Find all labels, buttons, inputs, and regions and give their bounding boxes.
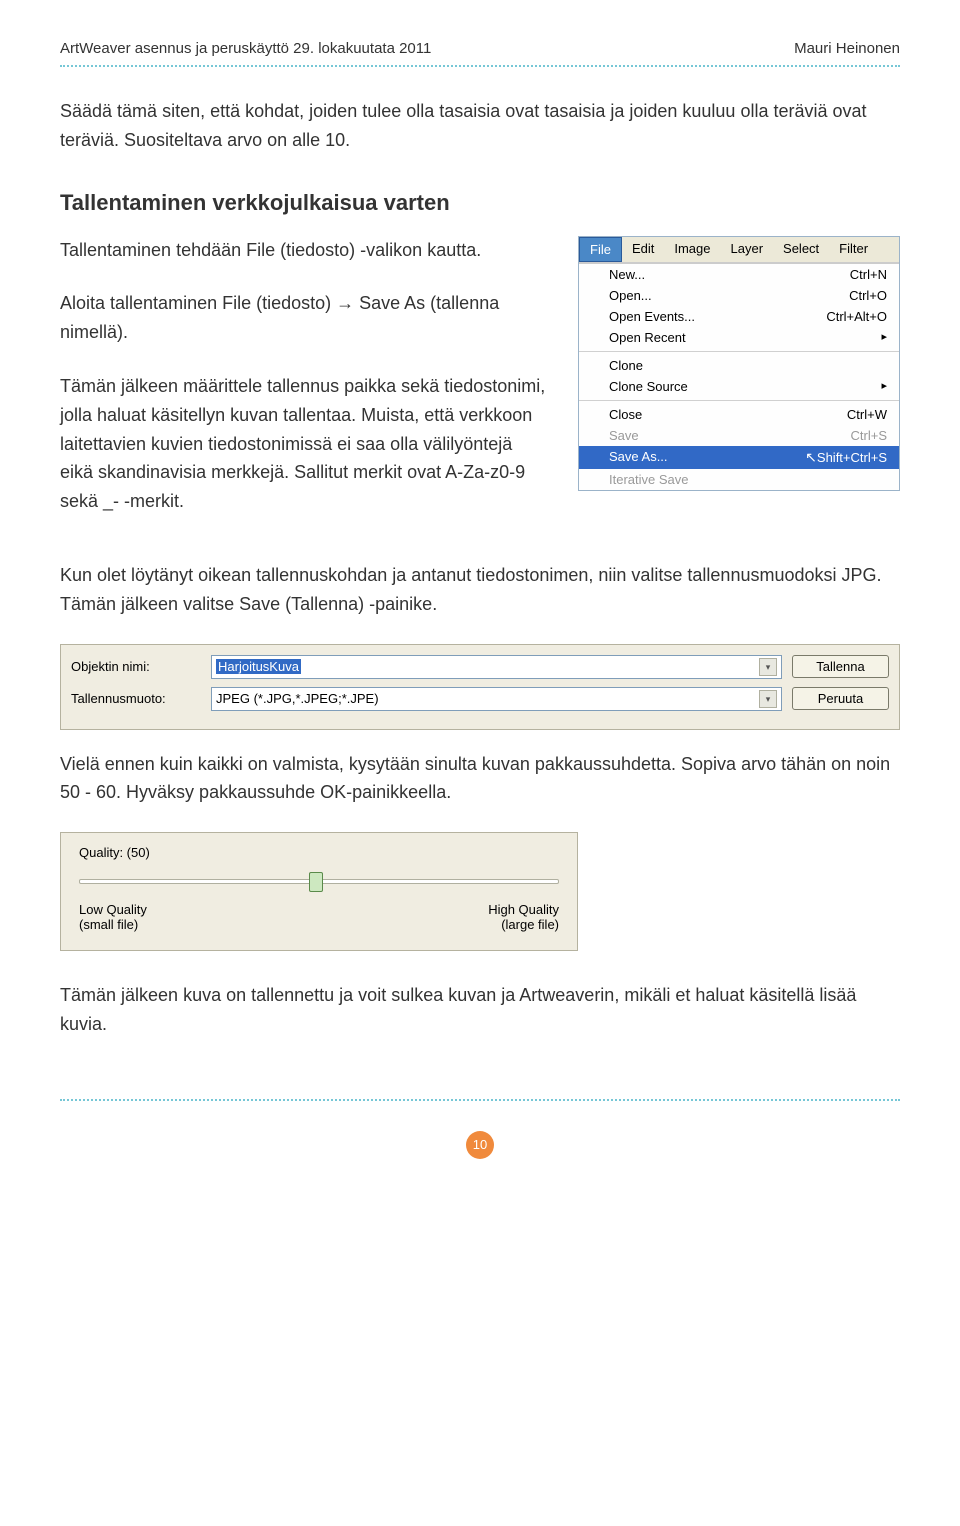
menu-item-label: Open Events... <box>609 309 695 324</box>
menu-item-label: Clone <box>609 358 643 373</box>
quality-dialog-screenshot: Quality: (50) Low Quality (small file) H… <box>60 832 578 951</box>
menu-dropdown: New... Ctrl+N Open... Ctrl+O Open Events… <box>579 263 899 490</box>
submenu-arrow-icon: ▸ <box>881 330 887 345</box>
submenu-arrow-icon: ▸ <box>881 379 887 394</box>
menu-bar: File Edit Image Layer Select Filter <box>579 237 899 263</box>
page-number: 10 <box>466 1131 494 1159</box>
save-dialog-screenshot: Objektin nimi: HarjoitusKuva ▾ Tallenna … <box>60 644 900 730</box>
menu-file[interactable]: File <box>579 237 622 262</box>
format-select[interactable]: JPEG (*.JPG,*.JPEG;*.JPE) ▾ <box>211 687 782 711</box>
menu-item-label: Clone Source <box>609 379 688 394</box>
menu-item-save-as[interactable]: Save As... ↖Shift+Ctrl+S <box>579 446 899 469</box>
menu-image[interactable]: Image <box>664 237 720 262</box>
menu-filter[interactable]: Filter <box>829 237 878 262</box>
menu-item-new[interactable]: New... Ctrl+N <box>579 264 899 285</box>
menu-item-shortcut: Shift+Ctrl+S <box>817 450 887 465</box>
menu-select[interactable]: Select <box>773 237 829 262</box>
quality-title: Quality: (50) <box>79 845 559 860</box>
footer-divider <box>60 1099 900 1101</box>
header-divider <box>60 65 900 67</box>
dropdown-arrow-icon[interactable]: ▾ <box>759 690 777 708</box>
cursor-icon: ↖ <box>805 449 817 466</box>
quality-high-line1: High Quality <box>488 902 559 917</box>
quality-low-line1: Low Quality <box>79 902 147 917</box>
menu-item-shortcut: Ctrl+N <box>850 267 887 282</box>
menu-item-shortcut: Ctrl+O <box>849 288 887 303</box>
slider-thumb[interactable] <box>309 872 323 892</box>
quality-high-label: High Quality (large file) <box>488 902 559 932</box>
section-heading: Tallentaminen verkkojulkaisua varten <box>60 190 900 216</box>
paragraph-4: Tämän jälkeen määrittele tallennus paikk… <box>60 372 548 516</box>
menu-item-label: Save <box>609 428 639 443</box>
quality-low-line2: (small file) <box>79 917 147 932</box>
intro-paragraph: Säädä tämä siten, että kohdat, joiden tu… <box>60 97 900 155</box>
menu-item-close[interactable]: Close Ctrl+W <box>579 400 899 425</box>
menu-edit[interactable]: Edit <box>622 237 664 262</box>
format-value: JPEG (*.JPG,*.JPEG;*.JPE) <box>216 691 379 706</box>
filename-label: Objektin nimi: <box>71 659 201 674</box>
paragraph-3: Aloita tallentaminen File (tiedosto) → S… <box>60 289 548 347</box>
dropdown-arrow-icon[interactable]: ▾ <box>759 658 777 676</box>
paragraph-5: Kun olet löytänyt oikean tallennuskohdan… <box>60 561 900 619</box>
menu-item-label: Iterative Save <box>609 472 689 487</box>
format-label: Tallennusmuoto: <box>71 691 201 706</box>
quality-high-line2: (large file) <box>488 917 559 932</box>
cancel-button[interactable]: Peruuta <box>792 687 889 710</box>
menu-item-shortcut: Ctrl+S <box>851 428 887 443</box>
quality-low-label: Low Quality (small file) <box>79 902 147 932</box>
menu-item-open-events[interactable]: Open Events... Ctrl+Alt+O <box>579 306 899 327</box>
menu-item-open[interactable]: Open... Ctrl+O <box>579 285 899 306</box>
menu-layer[interactable]: Layer <box>721 237 774 262</box>
header-left: ArtWeaver asennus ja peruskäyttö 29. lok… <box>60 40 431 57</box>
menu-item-label: Close <box>609 407 642 422</box>
filename-value: HarjoitusKuva <box>216 659 301 674</box>
page-header: ArtWeaver asennus ja peruskäyttö 29. lok… <box>60 40 900 57</box>
file-menu-screenshot: File Edit Image Layer Select Filter New.… <box>578 236 900 491</box>
paragraph-6: Vielä ennen kuin kaikki on valmista, kys… <box>60 750 900 808</box>
menu-item-label: New... <box>609 267 645 282</box>
menu-item-label: Save As... <box>609 449 668 466</box>
menu-item-shortcut: Ctrl+Alt+O <box>826 309 887 324</box>
menu-item-clone[interactable]: Clone <box>579 351 899 376</box>
paragraph-7: Tämän jälkeen kuva on tallennettu ja voi… <box>60 981 900 1039</box>
menu-item-label: Open... <box>609 288 652 303</box>
header-right: Mauri Heinonen <box>794 40 900 57</box>
quality-slider[interactable] <box>79 870 559 890</box>
menu-item-label: Open Recent <box>609 330 686 345</box>
menu-item-shortcut: Ctrl+W <box>847 407 887 422</box>
menu-item-save: Save Ctrl+S <box>579 425 899 446</box>
save-button[interactable]: Tallenna <box>792 655 889 678</box>
menu-item-clone-source[interactable]: Clone Source ▸ <box>579 376 899 397</box>
menu-item-iterative-save: Iterative Save <box>579 469 899 490</box>
filename-input[interactable]: HarjoitusKuva ▾ <box>211 655 782 679</box>
paragraph-2: Tallentaminen tehdään File (tiedosto) -v… <box>60 236 548 265</box>
menu-item-open-recent[interactable]: Open Recent ▸ <box>579 327 899 348</box>
